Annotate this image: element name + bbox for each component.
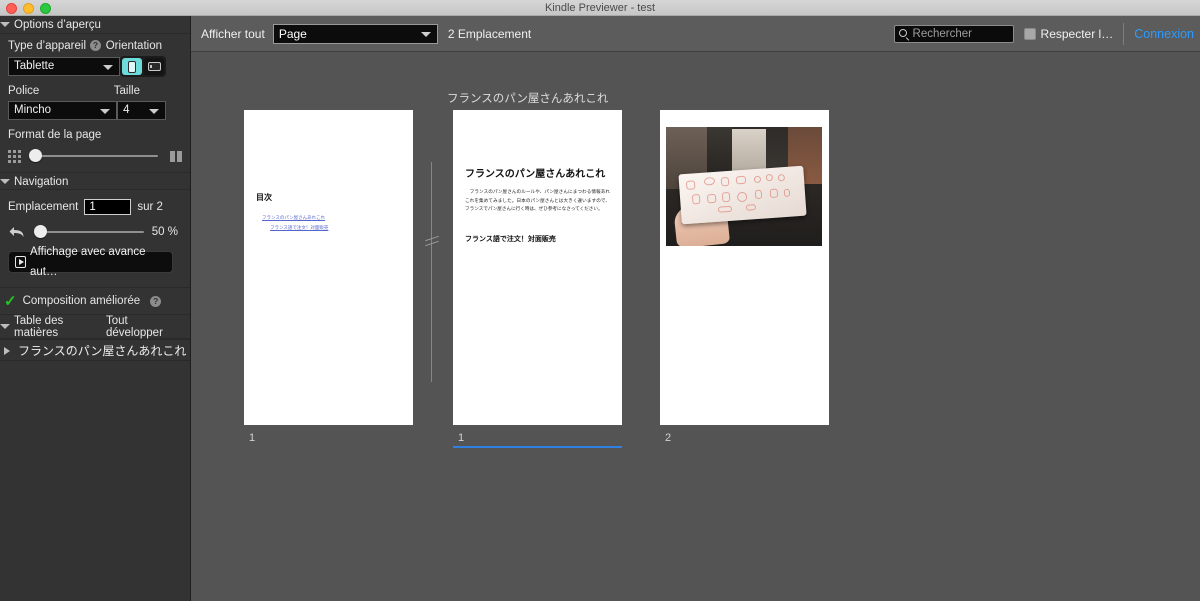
chevron-down-icon: [0, 22, 10, 27]
size-value: 4: [123, 104, 130, 116]
page-format-slider[interactable]: [29, 149, 158, 163]
auto-advance-label: Affichage avec avance aut…: [30, 246, 146, 278]
page-thumbnail-3[interactable]: [660, 110, 829, 425]
page-number-2: 1: [458, 432, 465, 444]
toolbar: Afficher tout Page 2 Emplacement Recherc…: [191, 16, 1200, 52]
spread-break-marker: [425, 235, 439, 247]
photo-package-pattern: [678, 166, 806, 225]
search-placeholder: Rechercher: [912, 27, 972, 40]
help-icon[interactable]: ?: [150, 295, 162, 307]
sidebar: Options d’aperçu Type d’appareil? Orient…: [0, 16, 191, 601]
location-input[interactable]: 1: [84, 199, 132, 215]
portrait-device-icon: [128, 60, 136, 73]
page-1-heading: 目次: [256, 193, 272, 202]
signin-link[interactable]: Connexion: [1134, 27, 1200, 41]
help-icon[interactable]: ?: [90, 40, 101, 52]
font-select[interactable]: Mincho: [8, 101, 118, 120]
page-3-photo: [666, 127, 822, 246]
columns-icon[interactable]: [170, 150, 182, 162]
kindle-previewer-window: Kindle Previewer - test Options d’aperçu…: [0, 0, 1200, 601]
page-2-body: フランスのパン屋さんのルールや、パン屋さんにまつわる情報あれこれを集めてみました…: [465, 189, 610, 212]
page-number-1: 1: [249, 432, 256, 444]
section-navigation[interactable]: Navigation: [0, 172, 190, 190]
selected-page-indicator: [453, 446, 622, 448]
chevron-down-icon: [420, 31, 431, 37]
chevron-down-icon: [100, 109, 111, 114]
section-table-of-contents[interactable]: Table des matières Tout développer: [0, 315, 190, 339]
chevron-right-icon[interactable]: [4, 347, 10, 355]
page-2-subheading: フランス語で注文！対面販売: [465, 235, 556, 243]
auto-advance-button[interactable]: Affichage avec avance aut…: [8, 246, 173, 278]
expand-all-button[interactable]: Tout développer: [106, 315, 184, 339]
toc-item-label: フランスのパン屋さんあれこれ: [18, 344, 187, 358]
view-mode-value: Page: [278, 26, 307, 41]
checkmark-icon: ✓: [4, 292, 17, 310]
title-bar: Kindle Previewer - test: [0, 0, 1200, 16]
grid-icon[interactable]: [8, 149, 21, 163]
section-navigation-label: Navigation: [14, 176, 69, 188]
window-title: Kindle Previewer - test: [544, 2, 656, 14]
page-1-toc-link-1[interactable]: フランス語で注文！対面販売: [270, 225, 328, 231]
location-label: Emplacement: [8, 201, 79, 213]
orientation-landscape-button[interactable]: [144, 58, 164, 75]
size-label: Taille: [113, 85, 140, 97]
view-mode-select[interactable]: Page: [272, 23, 438, 44]
chevron-down-icon: [0, 324, 10, 329]
chevron-down-icon: [0, 179, 10, 184]
show-all-label[interactable]: Afficher tout: [201, 27, 265, 41]
zoom-value: 50 %: [151, 226, 178, 238]
photo-bread-package: [678, 165, 807, 225]
page-preview-area: フランスのパン屋さんあれこれ 目次 フランスのパン屋さんあれこれ フランス語で注…: [191, 52, 1200, 601]
location-total-label: sur 2: [137, 201, 163, 213]
device-type-value: Tablette: [14, 60, 55, 72]
slider-knob[interactable]: [34, 225, 47, 238]
enhanced-typesetting-label: Composition améliorée: [22, 295, 141, 307]
slider-track: [34, 231, 144, 233]
page-thumbnail-2[interactable]: フランスのパン屋さんあれこれ フランスのパン屋さんのルールや、パン屋さんにまつわ…: [453, 110, 622, 425]
match-case-label: Respecter l…: [1040, 26, 1114, 41]
location-count-label: 2 Emplacement: [447, 26, 532, 41]
page-1-toc-link-0[interactable]: フランスのパン屋さんあれこれ: [262, 215, 325, 221]
match-case-toggle[interactable]: Respecter l…: [1023, 26, 1114, 41]
orientation-toggle-group: [120, 56, 166, 77]
device-type-label: Type d’appareil?: [8, 40, 101, 52]
undo-arrow-icon[interactable]: [8, 225, 26, 239]
slider-track: [29, 155, 158, 157]
page-number-3: 2: [665, 432, 672, 444]
section-preview-options[interactable]: Options d’aperçu: [0, 16, 190, 34]
device-type-select[interactable]: Tablette: [8, 57, 120, 76]
chevron-down-icon: [149, 109, 159, 114]
enhanced-typesetting-row[interactable]: ✓ Composition améliorée ?: [0, 287, 190, 315]
search-input[interactable]: Rechercher: [893, 24, 1014, 43]
spread-title: フランスのパン屋さんあれこれ: [447, 93, 609, 105]
size-select[interactable]: 4: [117, 101, 166, 120]
search-icon: [898, 29, 907, 37]
orientation-portrait-button[interactable]: [122, 58, 142, 75]
landscape-device-icon: [147, 62, 161, 71]
orientation-label: Orientation: [105, 40, 162, 52]
spread-divider: [431, 162, 432, 382]
toc-header-label: Table des matières: [14, 314, 64, 339]
font-label: Police: [8, 85, 40, 97]
page-2-heading: フランスのパン屋さんあれこれ: [465, 169, 606, 180]
page-format-label: Format de la page: [8, 129, 102, 141]
page-thumbnail-1[interactable]: 目次 フランスのパン屋さんあれこれ フランス語で注文！対面販売: [244, 110, 413, 425]
chevron-down-icon: [103, 65, 113, 70]
toc-item-0[interactable]: フランスのパン屋さんあれこれ: [0, 339, 190, 361]
play-device-icon: [15, 256, 26, 268]
section-preview-options-label: Options d’aperçu: [14, 19, 101, 31]
slider-knob[interactable]: [29, 149, 42, 162]
checkbox-icon[interactable]: [1023, 27, 1036, 40]
toolbar-divider: [1123, 22, 1125, 45]
font-value: Mincho: [14, 104, 52, 116]
zoom-slider[interactable]: [34, 225, 144, 239]
